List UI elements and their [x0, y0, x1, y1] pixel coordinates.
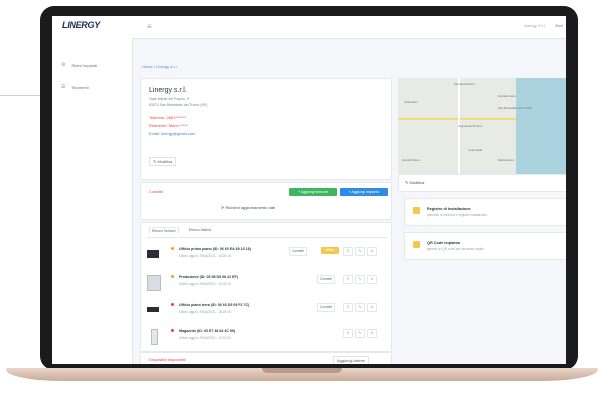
view-icon[interactable]: ⚲	[343, 303, 353, 312]
device-updated: Ultimo agg.to: 29/04/2021 - 15:26:15	[179, 254, 231, 258]
add-plant-button[interactable]: + Aggiungi Impianto	[340, 188, 388, 196]
card-subtitle: genera un QR code per l'accesso rapido	[427, 247, 484, 251]
tab-bar: Elenco Sensori Elenco Allarmi	[147, 227, 387, 238]
map-label: Grottammare	[498, 94, 516, 98]
status-badge: Attivo	[321, 247, 339, 254]
map-label: Castorano	[404, 100, 418, 104]
connect-button[interactable]: Connetti	[289, 247, 307, 256]
connect-button[interactable]: Connetti	[317, 275, 335, 284]
device-updated: Ultimo agg.to: 29/04/2021 - 12:01:20	[179, 336, 231, 340]
map-label: Colonnella	[468, 148, 483, 152]
sidebar-item-strumenti[interactable]: ☰ Strumenti	[61, 84, 89, 90]
refresh-data-button[interactable]: ⟳ Richiedi aggiornamento dati	[221, 205, 275, 210]
laptop-notch	[262, 368, 342, 373]
delete-icon[interactable]: ✕	[367, 303, 377, 312]
edit-icon[interactable]: ✎	[355, 303, 365, 312]
map-label: Ascoli Piceno	[402, 158, 421, 162]
device-icon	[147, 307, 159, 312]
available-devices-label: Dispositivi disponibili	[149, 357, 186, 362]
edit-icon[interactable]: ✎	[355, 329, 365, 338]
list-icon: ☰	[61, 84, 66, 90]
card-title: Registro di Installazione	[427, 207, 471, 211]
contacts-label: Contatti	[149, 189, 163, 194]
add-user-button[interactable]: Aggiungi utente	[333, 356, 369, 364]
delete-icon[interactable]: ✕	[367, 247, 377, 256]
delete-icon[interactable]: ✕	[367, 275, 377, 284]
map-label: San Benedetto del Tronto	[498, 106, 533, 110]
device-updated: Ultimo agg.to: 29/04/2021 - 15:26:10	[179, 282, 231, 286]
gear-icon: ⚙	[61, 62, 66, 68]
map-footer: ✎ Modifica	[398, 174, 566, 192]
referent-text: Referente: Mario *****	[149, 123, 188, 128]
device-row[interactable]: Produzione (ID: 06 58 D9 08 22 EF) Ultim…	[141, 269, 391, 297]
app-screen: LINERGY ≡ Linergy S.r.l. Esci ⚙ Rilievi …	[52, 16, 566, 364]
device-title: Ufficio piano terra (ID: 06 60 D5 09 F2 …	[179, 303, 250, 307]
sensors-card: Elenco Sensori Elenco Allarmi Ufficio pr…	[140, 222, 392, 352]
map[interactable]: Monteprandone Castorano San Benedetto de…	[398, 78, 566, 174]
status-dot	[171, 303, 174, 306]
sidebar-item-label: Strumenti	[71, 84, 89, 90]
tab-sensori[interactable]: Elenco Sensori	[149, 227, 179, 234]
edit-icon[interactable]: ✎	[355, 247, 365, 256]
device-row[interactable]: Ufficio piano terra (ID: 06 60 D5 09 F2 …	[141, 297, 391, 325]
document-icon	[413, 207, 420, 214]
card-title: QR Code impianto	[427, 241, 461, 245]
user-name[interactable]: Linergy S.r.l.	[524, 23, 546, 28]
add-sensor-button[interactable]: + Aggiungi sensore	[289, 188, 337, 196]
edit-company-button[interactable]: ✎ Modifica	[149, 157, 177, 166]
logo: LINERGY	[62, 20, 100, 30]
tab-allarmi[interactable]: Elenco Allarmi	[187, 227, 213, 233]
connect-button[interactable]: Connetti	[317, 303, 335, 312]
company-address: Viale Martiri del Popolo, 9	[149, 97, 189, 101]
device-title: Produzione (ID: 06 58 D9 08 22 EF)	[179, 275, 238, 279]
card-subtitle: pannello di controllo e registro install…	[427, 213, 487, 217]
top-bar: LINERGY ≡ Linergy S.r.l. Esci	[52, 16, 566, 39]
menu-icon[interactable]: ≡	[147, 22, 152, 31]
company-card: Linergy s.r.l. Viale Martiri del Popolo,…	[140, 78, 392, 180]
edit-map-button[interactable]: ✎ Modifica	[405, 180, 424, 185]
device-icon	[147, 250, 159, 258]
breadcrumb[interactable]: Home / Linergy s.r.l.	[142, 64, 178, 69]
device-title: Ufficio primo piano (ID: 06 60 EA 69 15 …	[179, 247, 251, 251]
device-icon	[147, 275, 161, 291]
sidebar-item-label: Rilievi impianti	[71, 62, 98, 68]
qr-icon	[413, 241, 420, 248]
sea-area	[516, 78, 566, 174]
status-dot	[171, 329, 174, 332]
contacts-card: Contatti + Aggiungi sensore + Aggiungi I…	[140, 182, 392, 220]
view-icon[interactable]: ⚲	[343, 329, 353, 338]
status-dot	[171, 247, 174, 250]
company-name: Linergy s.r.l.	[149, 87, 187, 94]
qr-code-card[interactable]: QR Code impianto genera un QR code per l…	[404, 232, 566, 260]
view-icon[interactable]: ⚲	[343, 275, 353, 284]
road	[398, 118, 516, 120]
delete-icon[interactable]: ✕	[367, 329, 377, 338]
phone-text: Telefono: 0861*******	[149, 115, 187, 120]
email-link[interactable]: Email: linergy@gmail.com	[149, 131, 195, 136]
map-label: Monteprandone	[454, 82, 476, 86]
edit-icon[interactable]: ✎	[355, 275, 365, 284]
device-row[interactable]: Magazzini (ID: 60 E7 48 64 4C 59) Ultimo…	[141, 323, 391, 351]
status-dot	[171, 275, 174, 278]
footer-card: Dispositivi disponibili Aggiungi utente	[140, 352, 392, 364]
install-log-card[interactable]: Registro di Installazione pannello di co…	[404, 198, 566, 226]
view-icon[interactable]: ⚲	[343, 247, 353, 256]
map-label: Martinsicuro	[498, 158, 515, 162]
sidebar-item-rilievi[interactable]: ⚙ Rilievi impianti	[61, 62, 97, 68]
logout-link[interactable]: Esci	[555, 23, 563, 28]
company-city: 63074 San Benedetto del Tronto (AP)	[149, 103, 208, 107]
device-title: Magazzini (ID: 60 E7 48 64 4C 59)	[179, 329, 236, 333]
device-row[interactable]: Ufficio primo piano (ID: 06 60 EA 69 15 …	[141, 241, 391, 269]
device-icon	[151, 329, 158, 345]
map-label: Acquaviva Picena	[458, 124, 482, 128]
sidebar: ⚙ Rilievi impianti ☰ Strumenti	[52, 38, 133, 364]
device-updated: Ultimo agg.to: 29/04/2021 - 15:25:40	[179, 310, 231, 314]
